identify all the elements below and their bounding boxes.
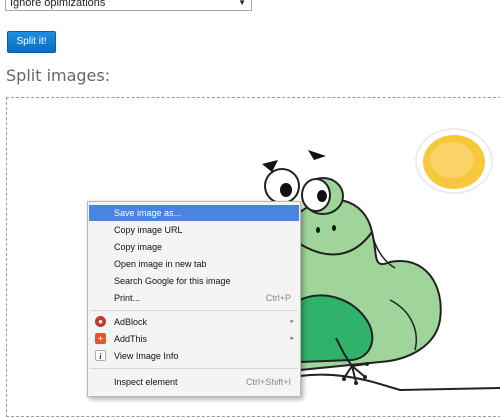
menu-item-print[interactable]: Print... Ctrl+P: [89, 290, 299, 306]
sun-shape: [415, 128, 493, 194]
menu-item-copy-image-url[interactable]: Copy image URL: [89, 222, 299, 238]
menu-separator: [90, 310, 298, 311]
context-menu: Save image as... Copy image URL Copy ima…: [87, 201, 301, 397]
menu-item-view-image-info[interactable]: i View Image Info: [89, 348, 299, 364]
menu-item-label: Copy image: [114, 242, 163, 252]
menu-item-open-image-new-tab[interactable]: Open image in new tab: [89, 256, 299, 272]
menu-item-label: Copy image URL: [114, 225, 183, 235]
menu-item-label: Print...: [114, 293, 141, 303]
menu-item-label: Search Google for this image: [114, 276, 231, 286]
menu-item-label: View Image Info: [114, 351, 179, 361]
menu-item-label: Save image as...: [114, 208, 182, 218]
menu-item-inspect-element[interactable]: Inspect element Ctrl+Shift+I: [89, 374, 299, 390]
adblock-icon: ●: [95, 316, 106, 327]
menu-item-label: AddThis: [114, 334, 148, 344]
menu-item-copy-image[interactable]: Copy image: [89, 239, 299, 255]
menu-item-search-google-image[interactable]: Search Google for this image: [89, 273, 299, 289]
submenu-arrow-icon: ▸: [290, 318, 294, 325]
menu-item-save-image-as[interactable]: Save image as...: [89, 205, 299, 221]
menu-item-label: Inspect element: [114, 377, 178, 387]
menu-item-adblock[interactable]: ● AdBlock ▸: [89, 314, 299, 330]
menu-item-shortcut: Ctrl+Shift+I: [245, 377, 291, 387]
menu-item-addthis[interactable]: + AddThis ▸: [89, 331, 299, 347]
menu-item-label: Open image in new tab: [114, 259, 207, 269]
addthis-icon: +: [95, 333, 106, 344]
submenu-arrow-icon: ▸: [290, 335, 294, 342]
menu-item-label: AdBlock: [114, 317, 148, 327]
menu-item-shortcut: Ctrl+P: [265, 293, 291, 303]
menu-separator: [90, 368, 298, 369]
info-icon: i: [95, 350, 106, 361]
